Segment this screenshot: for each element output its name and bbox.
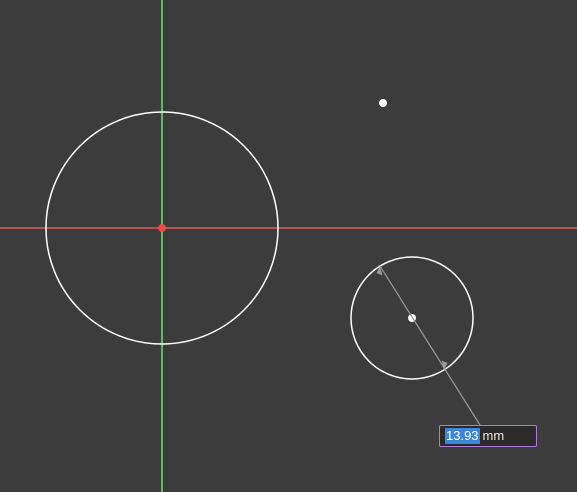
sketch-svg[interactable] [0,0,577,492]
dimension-value-selected-text[interactable]: 13.93 [445,428,480,444]
sketch-point[interactable] [379,99,387,107]
origin-point[interactable] [158,224,166,232]
diameter-dimension-line [379,265,481,426]
dimension-value-input[interactable]: 13.93 mm [439,425,537,447]
sketch-canvas[interactable]: 13.93 mm [0,0,577,492]
dimension-unit-label: mm [482,428,505,443]
